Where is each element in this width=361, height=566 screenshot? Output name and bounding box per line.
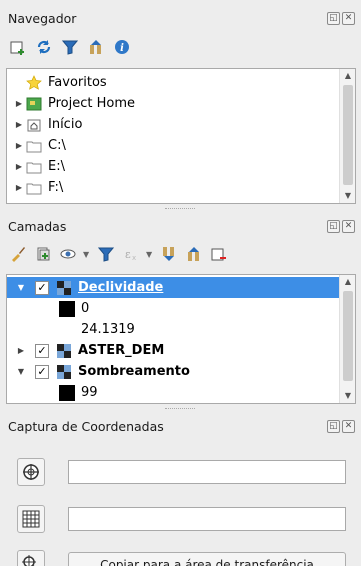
navigator-title: Navegador: [8, 11, 77, 26]
svg-text:x: x: [132, 254, 136, 262]
collapse-all-icon[interactable]: [86, 37, 106, 57]
expand-arrow-icon[interactable]: ▶: [13, 99, 25, 108]
start-capture-button[interactable]: [17, 550, 45, 566]
coordinate-field-1[interactable]: [68, 460, 346, 484]
tree-item-partial: [42, 198, 54, 203]
close-panel-button[interactable]: ✕: [342, 12, 355, 25]
legend-item: 24.1319: [81, 322, 135, 337]
panel-splitter[interactable]: [165, 408, 195, 412]
coordinate-field-2[interactable]: [68, 507, 346, 531]
legend-item: 0: [59, 298, 89, 319]
float-panel-button[interactable]: ◱: [327, 220, 340, 233]
star-icon: [25, 74, 43, 91]
layers-scrollbar[interactable]: ▲ ▼: [339, 275, 355, 403]
collapse-arrow-icon[interactable]: ▼: [15, 367, 27, 376]
float-panel-button[interactable]: ◱: [327, 420, 340, 433]
grid-icon: [22, 510, 40, 528]
layer-row-declividade[interactable]: ▼ ✓ Declividade: [7, 277, 340, 298]
visibility-eye-icon[interactable]: [58, 244, 78, 264]
layers-panel-title: Camadas ◱ ✕: [0, 216, 361, 238]
dropdown-arrow-icon[interactable]: ▼: [83, 250, 91, 259]
layer-label: ASTER_DEM: [78, 343, 165, 358]
legend-item: 99: [59, 382, 98, 403]
scroll-up-icon[interactable]: ▲: [340, 69, 355, 83]
navigator-scrollbar[interactable]: ▲ ▼: [339, 69, 355, 203]
svg-text:i: i: [120, 43, 124, 54]
refresh-icon[interactable]: [34, 37, 54, 57]
layer-row-aster-dem[interactable]: ▶ ✓ ASTER_DEM: [15, 340, 164, 361]
tree-item-label: Favoritos: [48, 75, 107, 90]
copy-to-clipboard-button[interactable]: Copiar para a área de transferência: [68, 552, 346, 566]
layers-toolbar: ▼ εx ▼: [8, 241, 229, 267]
filter-icon[interactable]: [60, 37, 80, 57]
tree-item-project-home[interactable]: ▶ Project Home: [13, 93, 135, 114]
filter-legend-icon[interactable]: [96, 244, 116, 264]
panel-splitter[interactable]: [165, 208, 195, 212]
float-panel-button[interactable]: ◱: [327, 12, 340, 25]
drive-icon: [25, 159, 43, 175]
expand-arrow-icon[interactable]: ▶: [13, 141, 25, 150]
expand-arrow-icon[interactable]: ▶: [15, 346, 27, 355]
tree-item-label: E:\: [48, 159, 65, 174]
layer-visibility-checkbox[interactable]: ✓: [35, 364, 49, 379]
scroll-up-icon[interactable]: ▲: [340, 275, 355, 289]
info-icon[interactable]: i: [112, 37, 132, 57]
browser-tree: Favoritos ▶ Project Home ▶ Início ▶ C:\ …: [6, 68, 356, 204]
add-group-icon[interactable]: [33, 244, 53, 264]
tree-item-drive-e[interactable]: ▶ E:\: [13, 156, 65, 177]
legend-swatch: [59, 384, 75, 401]
scroll-thumb[interactable]: [343, 291, 353, 381]
collapse-arrow-icon[interactable]: ▼: [15, 283, 27, 292]
tree-item-label: Project Home: [48, 96, 136, 111]
collapse-all-icon[interactable]: [184, 244, 204, 264]
expand-all-icon[interactable]: [159, 244, 179, 264]
grid-crs-button[interactable]: [17, 505, 45, 533]
scroll-down-icon[interactable]: ▼: [340, 389, 355, 403]
drive-icon: [25, 180, 43, 196]
crs-selector-button[interactable]: [17, 458, 45, 486]
scroll-down-icon[interactable]: ▼: [340, 189, 355, 203]
coord-capture-title: Captura de Coordenadas: [8, 419, 164, 434]
home-icon: [25, 117, 43, 133]
expand-arrow-icon[interactable]: ▶: [13, 183, 25, 192]
tree-item-favorites[interactable]: Favoritos: [13, 72, 107, 93]
expand-arrow-icon[interactable]: ▶: [13, 120, 25, 129]
expand-arrow-icon[interactable]: ▶: [13, 162, 25, 171]
layer-visibility-checkbox[interactable]: ✓: [35, 280, 49, 295]
raster-layer-icon: [55, 280, 73, 296]
project-home-icon: [25, 96, 43, 112]
close-panel-button[interactable]: ✕: [342, 220, 355, 233]
layer-label: Sombreamento: [78, 364, 190, 379]
svg-text:ε: ε: [125, 248, 131, 261]
layers-title: Camadas: [8, 219, 67, 234]
tree-item-drive-c[interactable]: ▶ C:\: [13, 135, 66, 156]
scroll-thumb[interactable]: [343, 85, 353, 185]
tree-item-drive-f[interactable]: ▶ F:\: [13, 177, 63, 198]
layer-label: Declividade: [78, 280, 164, 295]
raster-layer-icon: [55, 343, 73, 359]
capture-tool-icon: [22, 555, 36, 566]
legend-swatch: [59, 300, 75, 317]
style-brush-icon[interactable]: [8, 244, 28, 264]
layer-visibility-checkbox[interactable]: ✓: [35, 343, 49, 358]
navigator-panel-title: Navegador ◱ ✕: [0, 8, 361, 30]
coord-capture-panel-title: Captura de Coordenadas ◱ ✕: [0, 416, 361, 438]
tree-item-label: Início: [48, 117, 83, 132]
filter-expression-icon: εx: [121, 244, 141, 264]
add-layer-icon[interactable]: [8, 37, 28, 57]
tree-item-label: F:\: [48, 180, 64, 195]
drive-icon: [25, 138, 43, 154]
layer-row-sombreamento[interactable]: ▼ ✓ Sombreamento: [15, 361, 190, 382]
close-panel-button[interactable]: ✕: [342, 420, 355, 433]
layers-tree: ▼ ✓ Declividade 0 24.1319 ▶ ✓ ASTER_DEM …: [6, 274, 356, 404]
remove-layer-icon[interactable]: [209, 244, 229, 264]
tree-item-label: C:\: [48, 138, 66, 153]
raster-layer-icon: [55, 364, 73, 380]
navigator-toolbar: i: [8, 34, 132, 60]
tree-item-home[interactable]: ▶ Início: [13, 114, 82, 135]
dropdown-arrow-icon: ▼: [146, 249, 153, 259]
crs-icon: [23, 464, 39, 480]
